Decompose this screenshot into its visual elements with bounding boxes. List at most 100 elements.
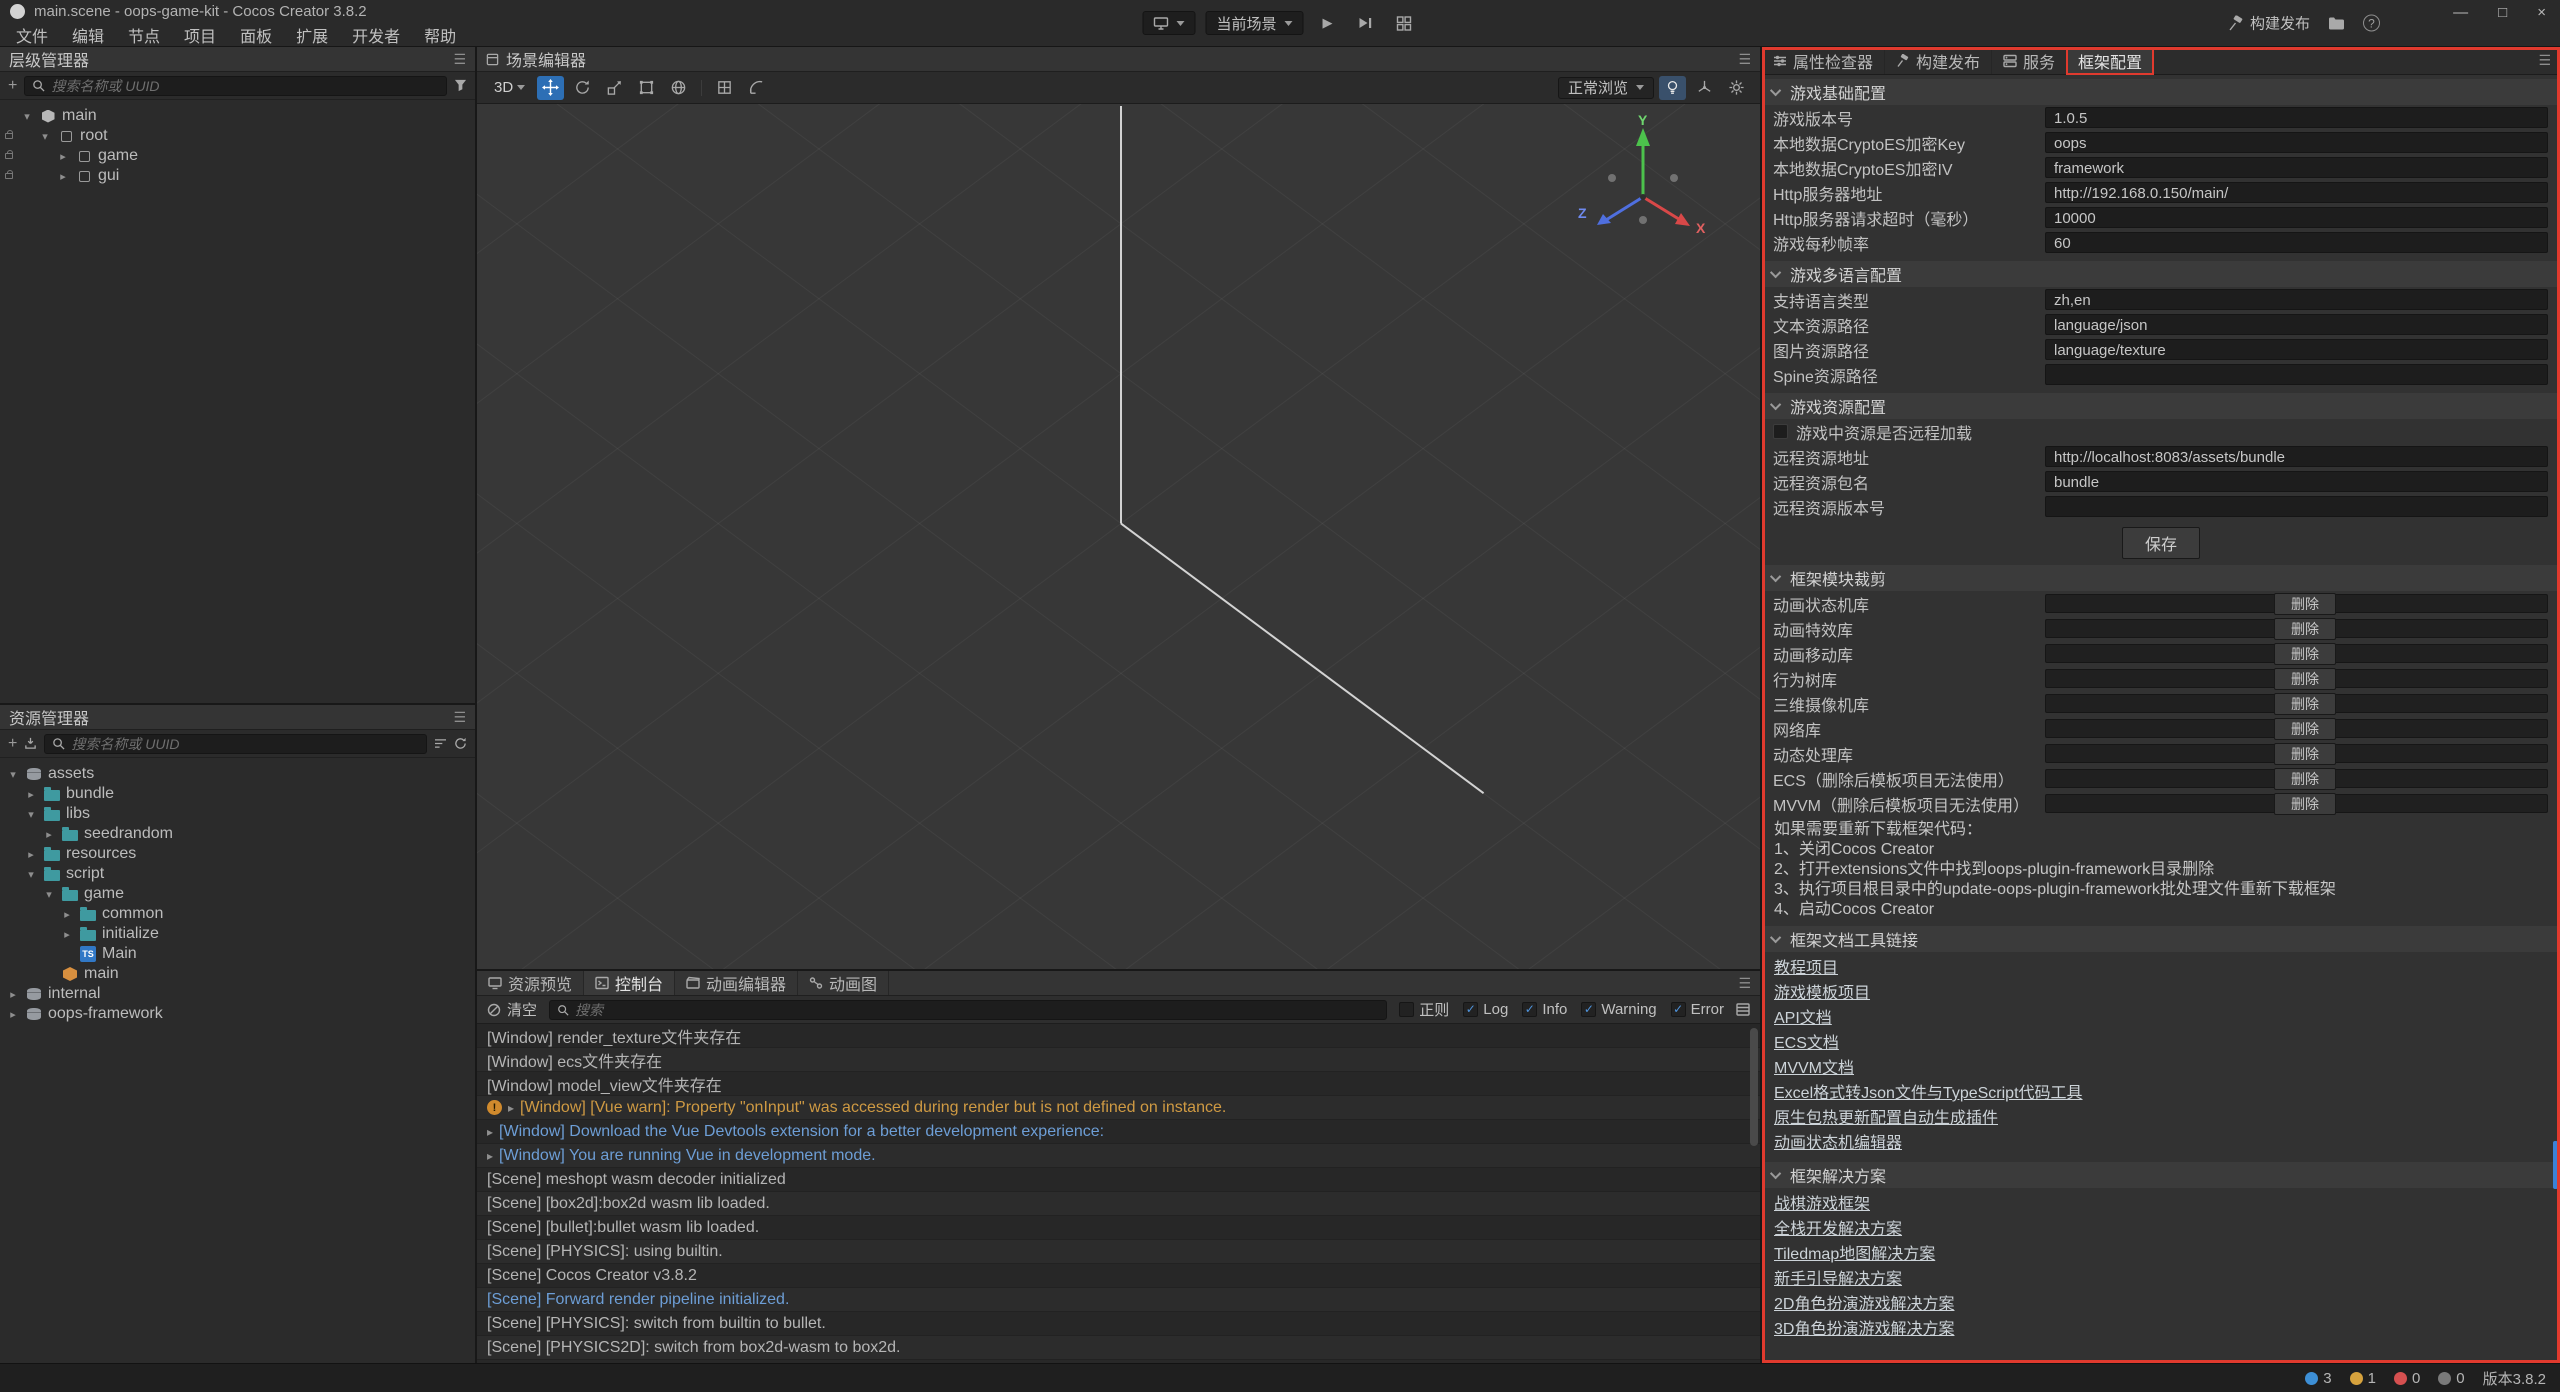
link-MVVM文档[interactable]: MVVM文档 xyxy=(1774,1056,1854,1081)
tab-framework-config[interactable]: 框架配置 xyxy=(2067,47,2154,74)
property-input[interactable] xyxy=(2045,364,2548,385)
scene-camera-select[interactable]: 当前场景 xyxy=(1205,11,1303,35)
delete-button[interactable]: 删除 xyxy=(2274,693,2336,715)
log-row[interactable]: [Scene] Forward render pipeline initiali… xyxy=(477,1288,1760,1312)
link-游戏模板项目[interactable]: 游戏模板项目 xyxy=(1774,981,1870,1006)
add-asset-button[interactable]: + xyxy=(8,735,17,753)
log-row[interactable]: [Window] model_view文件夹存在 xyxy=(477,1072,1760,1096)
property-input[interactable]: 60 xyxy=(2045,232,2548,253)
expand-icon[interactable]: ▸ xyxy=(60,908,74,921)
filter-Error[interactable]: ✓Error xyxy=(1671,1001,1724,1018)
save-button[interactable]: 保存 xyxy=(2122,527,2200,559)
tree-item-bundle[interactable]: ▸bundle xyxy=(0,784,475,804)
log-row[interactable]: [Window] ecs文件夹存在 xyxy=(477,1048,1760,1072)
expand-icon[interactable]: ▸ xyxy=(487,1149,493,1163)
preview-target-select[interactable] xyxy=(1142,11,1195,35)
warning-counter[interactable]: 1 xyxy=(2350,1370,2376,1387)
sort-icon[interactable] xyxy=(434,738,447,749)
filter-Warning[interactable]: ✓Warning xyxy=(1581,1001,1656,1018)
property-input[interactable]: oops xyxy=(2045,132,2548,153)
expand-icon[interactable]: ▸ xyxy=(24,848,38,861)
tree-item-seedrandom[interactable]: ▸seedrandom xyxy=(0,824,475,844)
section-resource-config[interactable]: 游戏资源配置 xyxy=(1762,393,2560,419)
menu-item[interactable]: 帮助 xyxy=(412,23,468,47)
delete-button[interactable]: 删除 xyxy=(2274,593,2336,615)
link-ECS文档[interactable]: ECS文档 xyxy=(1774,1031,1839,1056)
panel-menu-icon[interactable]: ☰ xyxy=(453,709,466,726)
log-row[interactable]: [Scene] meshopt wasm decoder initialized xyxy=(477,1168,1760,1192)
add-node-button[interactable]: + xyxy=(8,77,17,95)
console-search-input[interactable] xyxy=(575,1002,1379,1018)
gizmo-settings-button[interactable] xyxy=(1691,76,1718,100)
play-button[interactable]: ▶ xyxy=(1314,11,1342,35)
rect-tool-button[interactable] xyxy=(633,76,660,100)
filter-正则[interactable]: 正则 xyxy=(1399,999,1449,1020)
tree-item-resources[interactable]: ▸resources xyxy=(0,844,475,864)
collapse-icon[interactable]: ▾ xyxy=(42,888,56,901)
delete-button[interactable]: 删除 xyxy=(2274,618,2336,640)
link-新手引导解决方案[interactable]: 新手引导解决方案 xyxy=(1774,1267,1902,1292)
property-input[interactable]: framework xyxy=(2045,157,2548,178)
checkbox-icon[interactable] xyxy=(1399,1002,1414,1017)
property-input[interactable] xyxy=(2045,496,2548,517)
delete-button[interactable]: 删除 xyxy=(2274,718,2336,740)
console-scrollbar[interactable] xyxy=(1750,1028,1758,1146)
collapse-icon[interactable]: ▾ xyxy=(6,768,20,781)
tree-item-initialize[interactable]: ▸initialize xyxy=(0,924,475,944)
tree-item-assets[interactable]: ▾assets xyxy=(0,764,475,784)
section-module-trim[interactable]: 框架模块裁剪 xyxy=(1762,565,2560,591)
lock-icon[interactable] xyxy=(5,173,13,179)
delete-button[interactable]: 删除 xyxy=(2274,668,2336,690)
property-input[interactable]: zh,en xyxy=(2045,289,2548,310)
tree-item-script[interactable]: ▾script xyxy=(0,864,475,884)
lock-icon[interactable] xyxy=(5,133,13,139)
transform-space-button[interactable] xyxy=(665,76,692,100)
menu-item[interactable]: 面板 xyxy=(228,23,284,47)
tree-item-game[interactable]: ▸game xyxy=(0,146,475,166)
tab-asset-preview[interactable]: 资源预览 xyxy=(477,971,584,995)
section-solutions[interactable]: 框架解决方案 xyxy=(1762,1162,2560,1188)
tree-item-main[interactable]: main xyxy=(0,964,475,984)
menu-item[interactable]: 节点 xyxy=(116,23,172,47)
link-API文档[interactable]: API文档 xyxy=(1774,1006,1832,1031)
snap-rotate-button[interactable] xyxy=(743,76,770,100)
panel-menu-icon[interactable]: ☰ xyxy=(1738,975,1751,992)
menu-item[interactable]: 开发者 xyxy=(340,23,412,47)
refresh-icon[interactable] xyxy=(454,737,467,750)
error-counter[interactable]: 0 xyxy=(2394,1370,2420,1387)
inspector-scrollbar[interactable] xyxy=(2553,1141,2558,1189)
property-input[interactable]: language/texture xyxy=(2045,339,2548,360)
expand-icon[interactable]: ▸ xyxy=(508,1101,514,1115)
log-row[interactable]: [Scene] [PHYSICS]: using builtin. xyxy=(477,1240,1760,1264)
checkbox-icon[interactable]: ✓ xyxy=(1522,1002,1537,1017)
section-doc-links[interactable]: 框架文档工具链接 xyxy=(1762,926,2560,952)
log-row[interactable]: [Scene] [box2d]:box2d wasm lib loaded. xyxy=(477,1192,1760,1216)
import-asset-icon[interactable] xyxy=(24,737,37,750)
tab-service[interactable]: 服务 xyxy=(1992,47,2067,74)
section-i18n-config[interactable]: 游戏多语言配置 xyxy=(1762,261,2560,287)
link-教程项目[interactable]: 教程项目 xyxy=(1774,956,1838,981)
notice-counter[interactable]: 0 xyxy=(2438,1370,2464,1387)
tree-item-internal[interactable]: ▸internal xyxy=(0,984,475,1004)
layout-button[interactable] xyxy=(1390,11,1418,35)
tree-item-game[interactable]: ▾game xyxy=(0,884,475,904)
expand-icon[interactable]: ▸ xyxy=(6,988,20,1001)
expand-icon[interactable]: ▸ xyxy=(60,928,74,941)
collapse-icon[interactable]: ▾ xyxy=(24,868,38,881)
property-input[interactable]: http://192.168.0.150/main/ xyxy=(2045,182,2548,203)
log-row[interactable]: ▸[Window] You are running Vue in develop… xyxy=(477,1144,1760,1168)
move-tool-button[interactable] xyxy=(537,76,564,100)
property-input[interactable]: language/json xyxy=(2045,314,2548,335)
collapse-icon[interactable]: ▾ xyxy=(24,808,38,821)
menu-item[interactable]: 扩展 xyxy=(284,23,340,47)
lock-icon[interactable] xyxy=(5,153,13,159)
link-原生包热更新配置自动生成插件[interactable]: 原生包热更新配置自动生成插件 xyxy=(1774,1106,1998,1131)
panel-menu-icon[interactable]: ☰ xyxy=(453,51,466,68)
info-counter[interactable]: 3 xyxy=(2305,1370,2331,1387)
light-toggle-button[interactable] xyxy=(1659,76,1686,100)
delete-button[interactable]: 删除 xyxy=(2274,793,2336,815)
tab-animation-editor[interactable]: 动画编辑器 xyxy=(675,971,798,995)
clear-console-button[interactable]: 清空 xyxy=(487,999,537,1020)
tree-item-main[interactable]: ▾main xyxy=(0,106,475,126)
axis-gizmo[interactable]: Y X Z xyxy=(1568,112,1718,262)
